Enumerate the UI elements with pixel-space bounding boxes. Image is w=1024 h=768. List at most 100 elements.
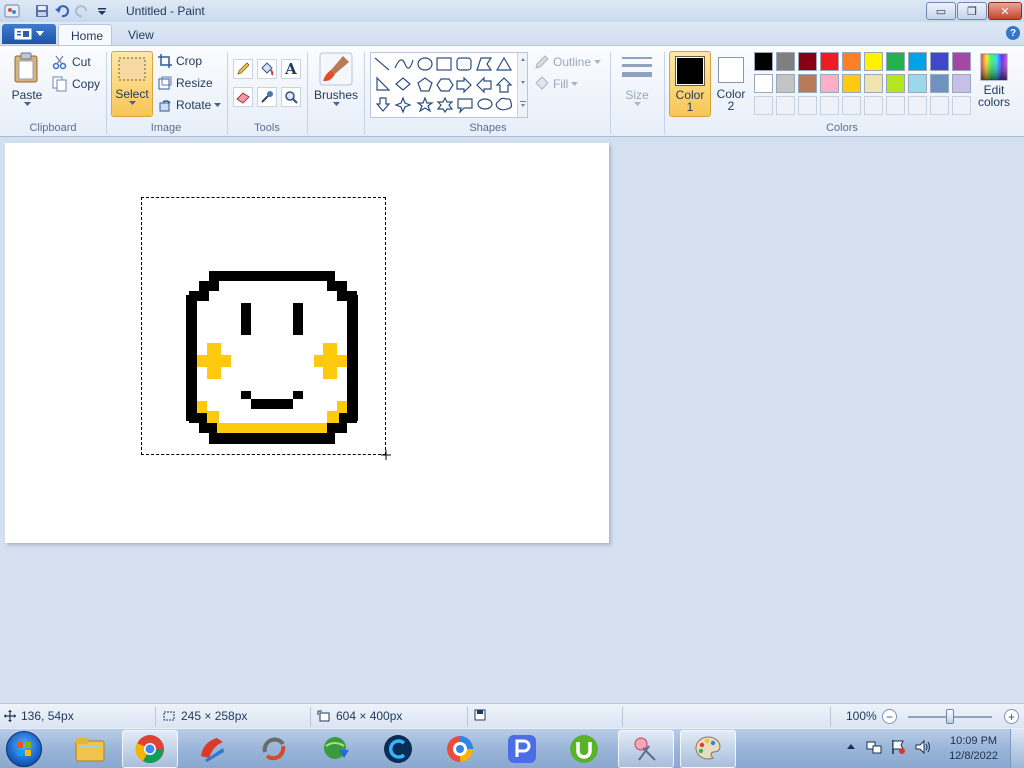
right-triangle-shape-icon (376, 76, 391, 91)
palette-swatch[interactable] (842, 74, 861, 93)
five-point-star-shape-icon (416, 96, 434, 113)
palette-custom-slot[interactable] (908, 96, 927, 115)
utorrent-icon (570, 735, 598, 763)
tab-view[interactable]: View (116, 24, 166, 46)
palette-swatch[interactable] (820, 52, 839, 71)
palette-custom-slot[interactable] (886, 96, 905, 115)
chevron-down-icon (571, 81, 579, 86)
fill-tool[interactable] (257, 59, 277, 79)
palette-swatch[interactable] (908, 74, 927, 93)
color-picker-tool[interactable] (257, 87, 277, 107)
action-center-flag-icon[interactable] (890, 739, 906, 758)
selection-size-icon (163, 711, 175, 721)
taskbar-p-app[interactable] (494, 730, 550, 768)
palette-swatch[interactable] (864, 74, 883, 93)
minimize-button[interactable]: ▭ (926, 2, 956, 20)
palette-custom-slot[interactable] (798, 96, 817, 115)
edit-colors-button[interactable]: Edit colors (974, 52, 1014, 108)
palette-swatch[interactable] (754, 74, 773, 93)
palette-custom-slot[interactable] (864, 96, 883, 115)
customize-quick-access-icon[interactable] (94, 3, 110, 19)
taskbar-sync-app[interactable] (246, 730, 302, 768)
zoom-out-button[interactable]: − (882, 709, 897, 724)
paint-menu-button[interactable] (2, 24, 56, 44)
selection-rectangle[interactable] (141, 197, 386, 455)
taskbar-internet-download-manager[interactable] (308, 730, 364, 768)
palette-swatch[interactable] (842, 52, 861, 71)
taskbar-ccleaner-cloud[interactable] (370, 730, 426, 768)
palette-swatch[interactable] (798, 74, 817, 93)
fill-label: Fill (553, 77, 569, 91)
taskbar-chrome[interactable] (122, 730, 178, 768)
taskbar-browser[interactable] (432, 730, 488, 768)
color1-button[interactable]: Color 1 (669, 51, 711, 117)
palette-custom-slot[interactable] (952, 96, 971, 115)
show-hidden-icons-button[interactable] (846, 741, 856, 755)
palette-custom-slot[interactable] (842, 96, 861, 115)
palette-custom-slot[interactable] (754, 96, 773, 115)
zoom-in-button[interactable]: + (1004, 709, 1019, 724)
palette-swatch[interactable] (952, 52, 971, 71)
status-divider (155, 707, 156, 726)
zoom-slider-thumb[interactable] (946, 709, 954, 724)
paint-app-icon[interactable] (4, 3, 20, 19)
resize-button[interactable]: Resize (158, 76, 213, 90)
palette-swatch[interactable] (820, 74, 839, 93)
ccleaner-icon (201, 738, 224, 762)
palette-swatch[interactable] (930, 52, 949, 71)
taskbar-utorrent[interactable] (556, 730, 612, 768)
select-button[interactable]: Select (111, 51, 153, 117)
text-tool[interactable]: A (281, 59, 301, 79)
close-button[interactable]: ✕ (988, 2, 1022, 20)
start-button[interactable] (6, 731, 42, 767)
magnifier-tool[interactable] (281, 87, 301, 107)
taskbar-file-explorer[interactable] (62, 730, 118, 768)
canvas-size-value: 604 × 400px (336, 709, 403, 723)
brushes-button[interactable]: Brushes (312, 52, 360, 107)
eraser-tool[interactable] (233, 87, 253, 107)
palette-swatch[interactable] (908, 52, 927, 71)
taskbar-ccleaner[interactable] (184, 730, 240, 768)
rotate-label: Rotate (176, 98, 212, 112)
canvas-workspace[interactable] (0, 137, 1024, 703)
rotate-button[interactable]: Rotate (158, 98, 222, 112)
zoom-level: 100% (846, 709, 877, 723)
paste-button[interactable]: Paste (6, 52, 48, 107)
volume-icon[interactable] (914, 739, 932, 758)
palette-swatch[interactable] (776, 74, 795, 93)
taskbar-snipping-tool[interactable] (618, 730, 674, 768)
shapes-gallery-scroll[interactable] (517, 53, 527, 117)
palette-custom-slot[interactable] (820, 96, 839, 115)
taskbar-clock[interactable]: 10:09 PM 12/8/2022 (949, 734, 998, 764)
taskbar-paint[interactable] (680, 730, 736, 768)
help-button[interactable]: ? (1006, 26, 1020, 40)
chevron-down-icon (23, 102, 31, 106)
palette-swatch[interactable] (886, 74, 905, 93)
ribbon-tab-bar: Home View ? (0, 22, 1024, 46)
palette-swatch[interactable] (952, 74, 971, 93)
palette-swatch[interactable] (886, 52, 905, 71)
restore-button[interactable]: ❐ (957, 2, 987, 20)
cut-button[interactable]: Cut (52, 54, 91, 70)
tab-home[interactable]: Home (58, 24, 112, 46)
color2-button[interactable]: Color 2 (712, 51, 750, 117)
palette-swatch[interactable] (930, 74, 949, 93)
palette-swatch[interactable] (754, 52, 773, 71)
crop-button[interactable]: Crop (158, 54, 202, 68)
palette-custom-slot[interactable] (776, 96, 795, 115)
palette-swatch[interactable] (776, 52, 795, 71)
undo-icon[interactable] (54, 3, 70, 19)
palette-custom-slot[interactable] (930, 96, 949, 115)
pencil-tool[interactable] (233, 59, 253, 79)
show-desktop-button[interactable] (1010, 729, 1024, 768)
save-icon[interactable] (34, 3, 50, 19)
cursor-position-value: 136, 54px (21, 709, 74, 723)
palette-swatch[interactable] (864, 52, 883, 71)
palette-swatch[interactable] (798, 52, 817, 71)
scroll-arrows-icon (520, 58, 526, 107)
network-icon[interactable] (866, 739, 882, 758)
clock-time: 10:09 PM (949, 735, 998, 747)
drawing-canvas[interactable] (5, 143, 609, 543)
copy-button[interactable]: Copy (52, 76, 100, 92)
hexagon-shape-icon (436, 78, 454, 92)
